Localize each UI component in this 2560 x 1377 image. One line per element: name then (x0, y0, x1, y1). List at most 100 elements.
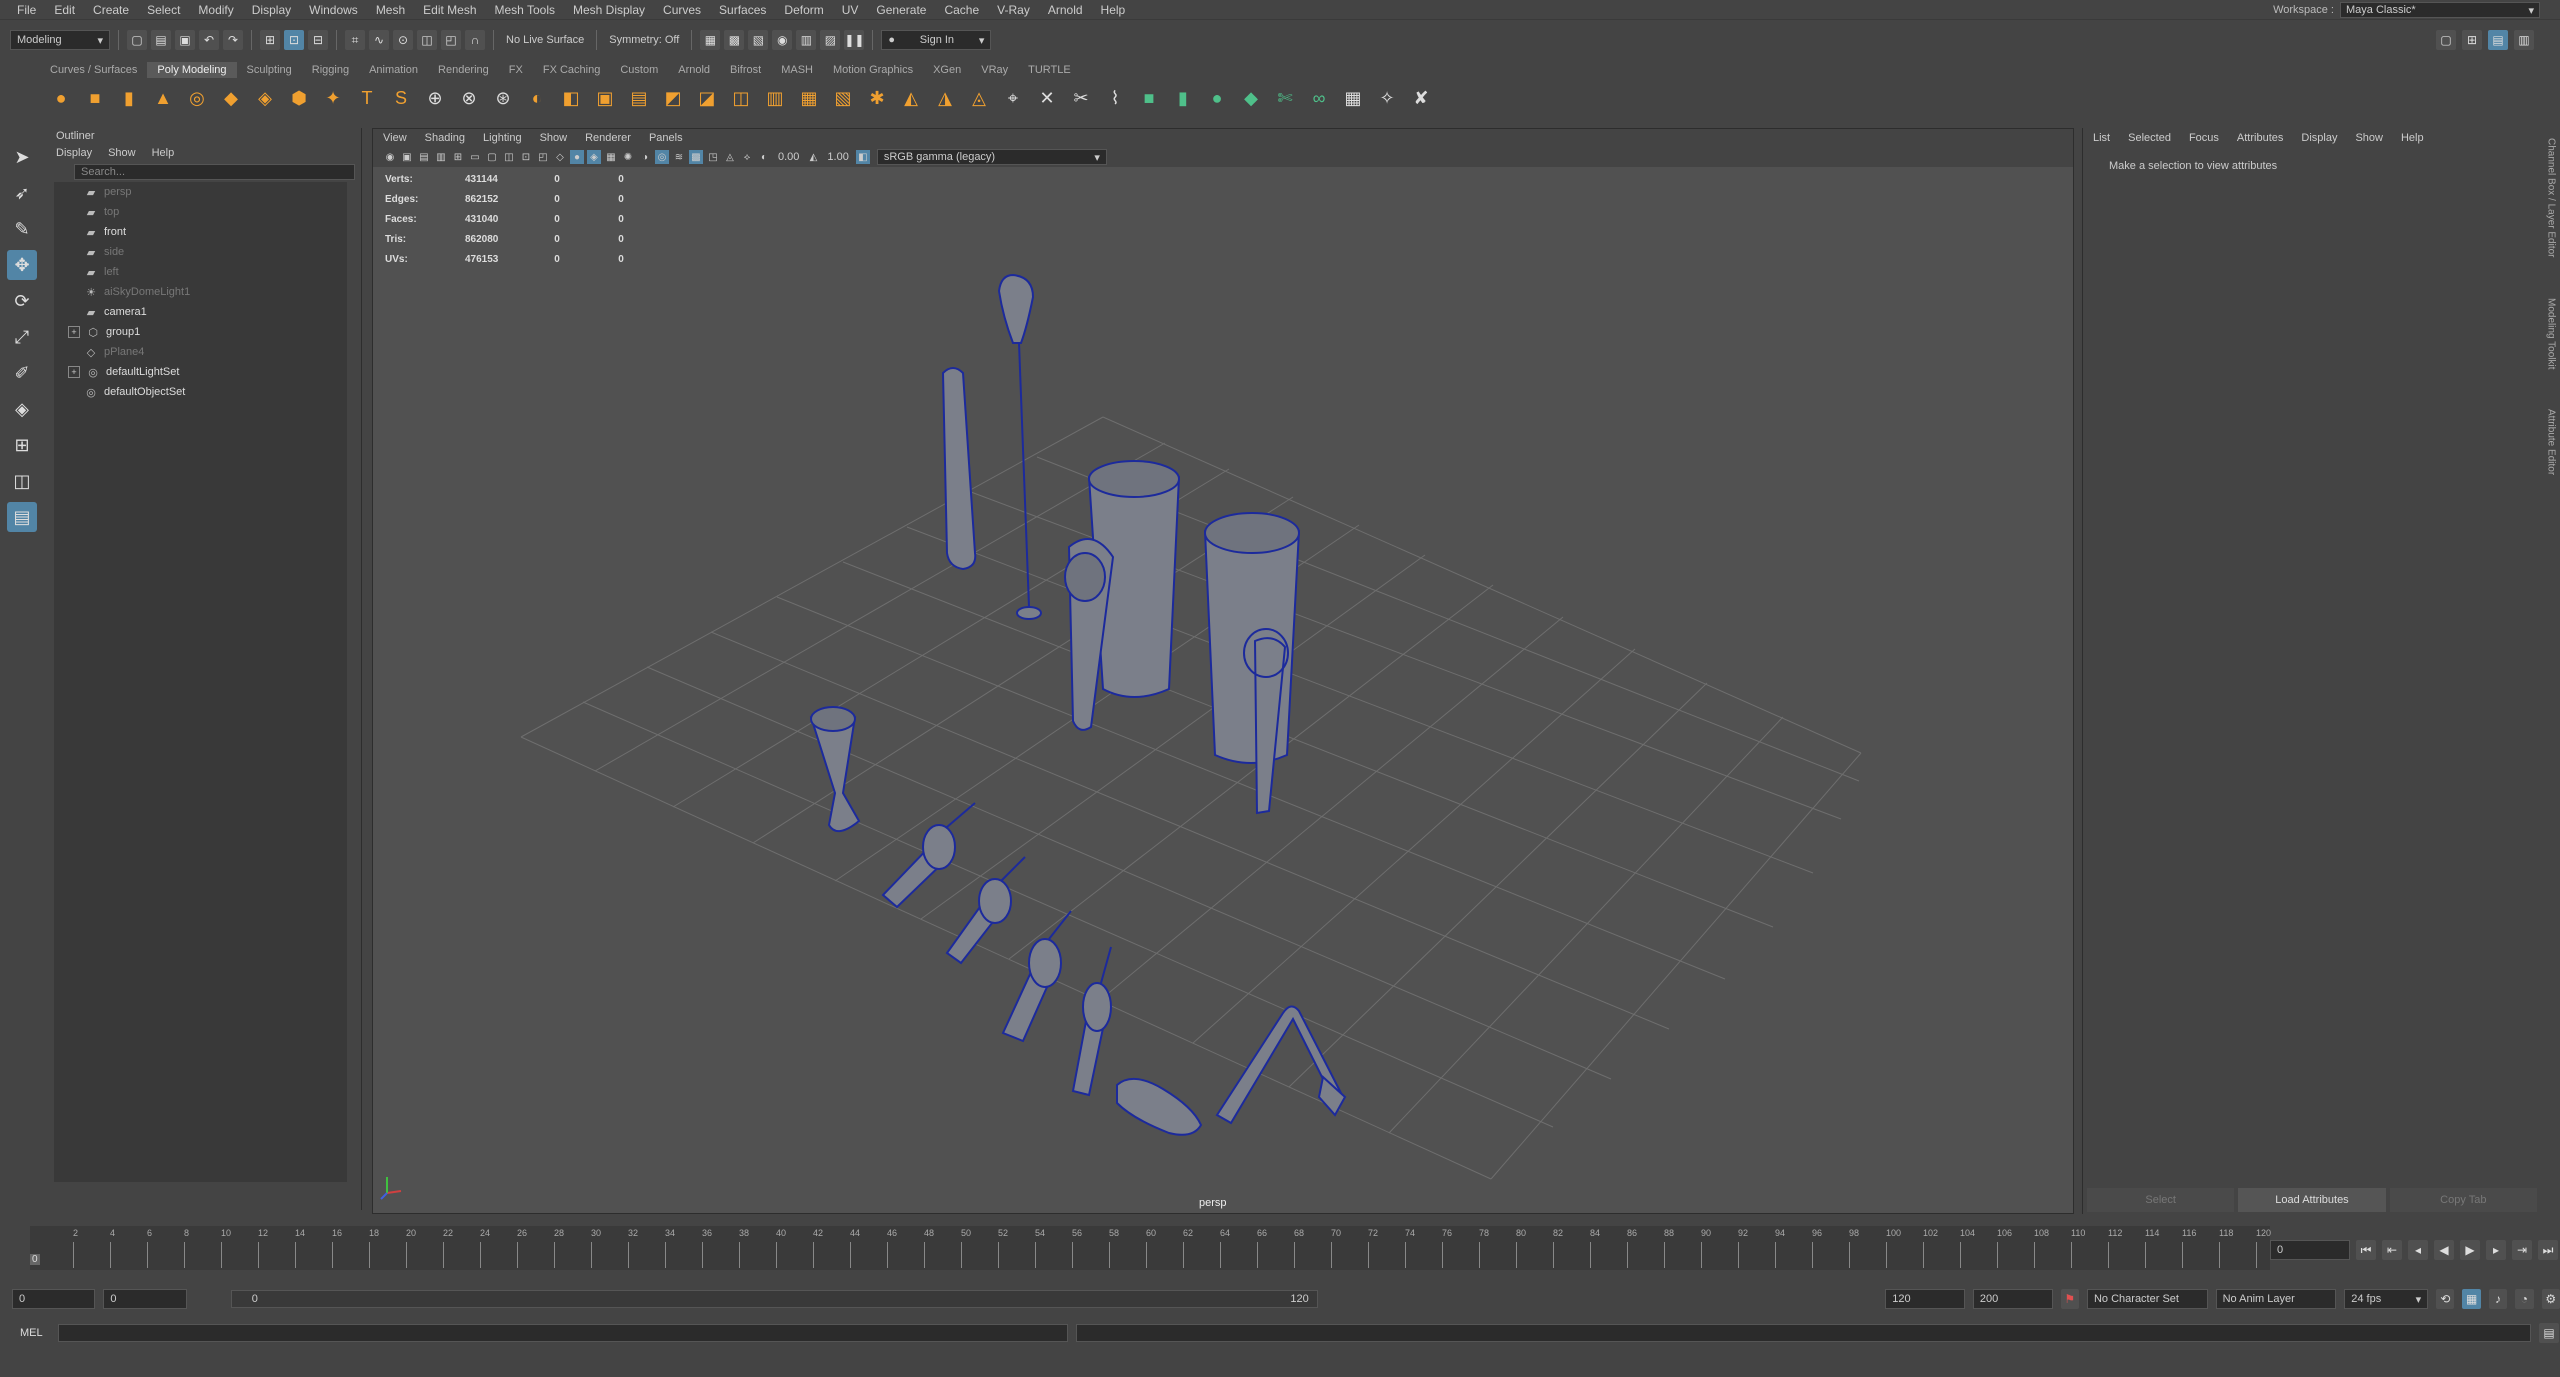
menu-surfaces[interactable]: Surfaces (710, 3, 775, 17)
prefs-icon[interactable]: ⚙ (2541, 1289, 2560, 1309)
symmetry-label[interactable]: Symmetry: Off (605, 34, 683, 46)
uv-cylindrical-icon[interactable]: ▮ (1170, 85, 1196, 111)
live-surface-label[interactable]: No Live Surface (502, 34, 588, 46)
outliner-item[interactable]: + ⬡ group1 (54, 322, 347, 342)
shelf-tab-xgen[interactable]: XGen (923, 62, 971, 78)
move-tool-icon[interactable]: ✥ (7, 250, 37, 280)
redo-icon[interactable]: ↷ (223, 30, 243, 50)
viewport-menu-panels[interactable]: Panels (649, 132, 683, 144)
smooth-shade-icon[interactable]: ● (570, 150, 584, 164)
select-button[interactable]: Select (2087, 1188, 2235, 1212)
current-frame-field[interactable]: 0 (2270, 1240, 2350, 1260)
grid-toggle-icon[interactable]: ⊞ (451, 150, 465, 164)
uv-automatic-icon[interactable]: ◆ (1238, 85, 1264, 111)
uv-editor-icon[interactable]: ▦ (1340, 85, 1366, 111)
poly-cylinder-icon[interactable]: ▮ (116, 85, 142, 111)
viewport-menu-renderer[interactable]: Renderer (585, 132, 631, 144)
shelf-tab-rendering[interactable]: Rendering (428, 62, 499, 78)
auto-key-icon[interactable]: ⚑ (2060, 1289, 2079, 1309)
outliner-item[interactable]: ▰ top (54, 202, 347, 222)
undo-icon[interactable]: ↶ (199, 30, 219, 50)
field-chart-icon[interactable]: ⊡ (519, 150, 533, 164)
hypershade-icon[interactable]: ◉ (772, 30, 793, 50)
shelf-tab-fx[interactable]: FX (499, 62, 533, 78)
playback-end-field[interactable]: 120 (1885, 1289, 1965, 1309)
side-by-side-icon[interactable]: ◫ (7, 466, 37, 496)
outliner-menu-display[interactable]: Display (56, 147, 92, 159)
paint-select-icon[interactable]: ✎ (7, 214, 37, 244)
shelf-tab-curves-surfaces[interactable]: Curves / Surfaces (40, 62, 147, 78)
gate-mask-icon[interactable]: ◫ (502, 150, 516, 164)
shelf-tab-vray[interactable]: VRay (971, 62, 1018, 78)
viewport-menu-show[interactable]: Show (540, 132, 568, 144)
outliner-item[interactable]: ▰ persp (54, 182, 347, 202)
camera-select-icon[interactable]: ◉ (383, 150, 397, 164)
safe-action-icon[interactable]: ◰ (536, 150, 550, 164)
copy-tab-button[interactable]: Copy Tab (2389, 1188, 2537, 1212)
new-scene-icon[interactable]: ▢ (127, 30, 147, 50)
quadrangulate-icon[interactable]: ◮ (932, 85, 958, 111)
ipr-render-icon[interactable]: ▩ (724, 30, 745, 50)
script-language-label[interactable]: MEL (20, 1327, 50, 1339)
outliner-search-input[interactable]: Search... (74, 164, 355, 180)
command-input[interactable] (58, 1324, 1068, 1342)
viewport-menu-view[interactable]: View (383, 132, 407, 144)
uv-unfold-icon[interactable]: ✧ (1374, 85, 1400, 111)
svg-tool-icon[interactable]: S (388, 85, 414, 111)
menu-cache[interactable]: Cache (935, 3, 988, 17)
scene-start-field[interactable]: 0 (12, 1289, 96, 1309)
pause-icon[interactable]: ❚❚ (844, 30, 864, 50)
gamma-value[interactable]: 1.00 (823, 151, 852, 163)
menu-mesh-tools[interactable]: Mesh Tools (486, 3, 564, 17)
poly-cone-icon[interactable]: ▲ (150, 85, 176, 111)
outliner-item[interactable]: ▰ left (54, 262, 347, 282)
outliner-item[interactable]: ◇ pPlane4 (54, 342, 347, 362)
textured-icon[interactable]: ▦ (604, 150, 618, 164)
anim-layer-dropdown[interactable]: No Anim Layer (2215, 1289, 2337, 1309)
scene-end-field[interactable]: 200 (1972, 1289, 2053, 1309)
layout-graph-icon[interactable]: ▥ (2514, 30, 2534, 50)
colorspace-dropdown[interactable]: sRGB gamma (legacy) ▾ (876, 149, 1107, 165)
outliner-menu-show[interactable]: Show (108, 147, 136, 159)
xray-joints-icon[interactable]: ⟡ (740, 150, 754, 164)
menu-create[interactable]: Create (84, 3, 138, 17)
merge-icon[interactable]: ◫ (728, 85, 754, 111)
snap-curve-icon[interactable]: ∿ (369, 30, 389, 50)
image-plane-icon[interactable]: ▥ (434, 150, 448, 164)
expand-icon[interactable]: + (68, 366, 80, 378)
menu-edit-mesh[interactable]: Edit Mesh (414, 3, 485, 17)
bookmark-icon[interactable]: ▤ (417, 150, 431, 164)
menu-set-dropdown[interactable]: Modeling ▾ (10, 30, 110, 50)
outliner-layout-icon[interactable]: ▤ (7, 502, 37, 532)
poly-sphere-icon[interactable]: ● (48, 85, 74, 111)
scale-tool-icon[interactable]: ⤢ (7, 322, 37, 352)
shelf-tab-poly-modeling[interactable]: Poly Modeling (147, 62, 237, 78)
poly-cube-icon[interactable]: ■ (82, 85, 108, 111)
select-by-component-icon[interactable]: ⊟ (308, 30, 328, 50)
menu-arnold[interactable]: Arnold (1039, 3, 1092, 17)
attr-menu-selected[interactable]: Selected (2128, 132, 2171, 144)
shadows-icon[interactable]: ◑ (638, 150, 652, 164)
menu-uv[interactable]: UV (833, 3, 868, 17)
time-slider[interactable]: 0 2 4 6 8 10 12 14 16 18 20 22 24 26 28 30 32 34 36 38 40 42 4… (0, 1220, 2560, 1280)
time-ticks[interactable]: 0 2 4 6 8 10 12 14 16 18 20 22 24 26 28 30 32 34 36 38 40 42 4… (30, 1226, 2271, 1270)
menu-file[interactable]: File (8, 3, 45, 17)
delete-history-icon[interactable]: ✕ (1034, 85, 1060, 111)
outliner-item[interactable]: ◎ defaultObjectSet (54, 382, 347, 402)
poly-torus-icon[interactable]: ◎ (184, 85, 210, 111)
platonic-solid-icon[interactable]: ⬢ (286, 85, 312, 111)
menu-select[interactable]: Select (138, 3, 189, 17)
select-by-object-icon[interactable]: ⊡ (284, 30, 304, 50)
open-scene-icon[interactable]: ▤ (151, 30, 171, 50)
shelf-tab-turtle[interactable]: TURTLE (1018, 62, 1081, 78)
render-settings-icon[interactable]: ▧ (748, 30, 769, 50)
shelf-tab-bifrost[interactable]: Bifrost (720, 62, 771, 78)
side-tab-channel-box-layer-editor[interactable]: Channel Box / Layer Editor (2546, 138, 2557, 258)
select-tool-icon[interactable]: ➤ (7, 142, 37, 172)
snap-surface-icon[interactable]: ◰ (441, 30, 461, 50)
load-attributes-button[interactable]: Load Attributes (2238, 1188, 2386, 1212)
type-tool-icon[interactable]: T (354, 85, 380, 111)
menu-modify[interactable]: Modify (189, 3, 242, 17)
boolean-icon[interactable]: ◐ (524, 85, 550, 111)
menu-mesh[interactable]: Mesh (367, 3, 414, 17)
